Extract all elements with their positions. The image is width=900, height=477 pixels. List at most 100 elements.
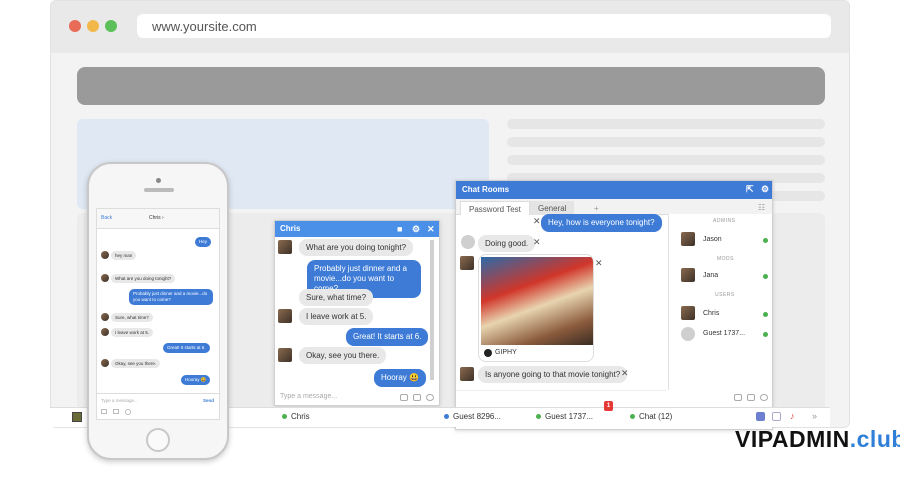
add-tab-button[interactable]: +	[586, 201, 607, 215]
chat-message: Great! It starts at 6.	[346, 328, 429, 346]
app-menu-icon[interactable]	[72, 412, 82, 422]
send-button[interactable]: Send	[203, 398, 214, 403]
user-name[interactable]: Guest 1737...	[703, 330, 745, 337]
phone-mockup: Back Chris › Hey hey man What are you do…	[87, 162, 229, 460]
giphy-image	[481, 257, 593, 345]
chat-message: Is anyone going to that movie tonight?	[478, 366, 628, 383]
close-icon[interactable]: ✕	[427, 224, 435, 235]
user-name[interactable]: Jason	[703, 236, 722, 243]
browser-toolbar: www.yoursite.com	[51, 1, 849, 53]
gif-icon[interactable]	[413, 394, 421, 401]
delete-icon[interactable]: ✕	[533, 237, 541, 248]
speaker-icon	[144, 188, 174, 192]
rooms-message-input[interactable]	[456, 390, 666, 404]
rss-icon[interactable]	[772, 412, 781, 421]
notification-icon[interactable]: ♪	[790, 411, 795, 421]
taskbar-item-guest-1737[interactable]: Guest 1737...	[536, 412, 593, 421]
gif-icon[interactable]	[747, 394, 755, 401]
phone-nav-bar: Back Chris ›	[97, 209, 219, 229]
avatar	[460, 367, 474, 381]
placeholder-line	[507, 119, 825, 129]
chat-message: Hooray 😃	[374, 369, 426, 387]
chat-message: Okay, see you there.	[299, 347, 387, 364]
online-status-icon	[763, 274, 768, 279]
chat-message: Great! It starts at 6.	[163, 343, 210, 353]
popout-icon[interactable]: ⇱	[746, 184, 754, 195]
avatar	[101, 328, 109, 336]
expand-icon[interactable]: »	[812, 411, 817, 421]
camera-icon	[156, 178, 161, 183]
delete-icon[interactable]: ✕	[595, 258, 603, 269]
avatar	[681, 327, 695, 341]
avatar	[101, 313, 109, 321]
tab-password-test[interactable]: Password Test	[460, 201, 530, 215]
delete-icon[interactable]: ✕	[533, 216, 541, 227]
users-panel: ADMINS Jason MODS Jana USERS Chris Guest…	[668, 214, 772, 390]
unread-badge: 1	[604, 401, 613, 411]
online-status-icon	[763, 312, 768, 317]
avatar	[681, 306, 695, 320]
taskbar-item-chat[interactable]: Chat (12)	[630, 412, 672, 421]
camera-icon[interactable]	[734, 394, 742, 401]
room-tabs: Password Test General + ☷	[456, 199, 772, 215]
taskbar-item-guest-8296[interactable]: Guest 8296...	[444, 412, 501, 421]
minimize-dot-icon[interactable]	[87, 20, 99, 32]
avatar	[278, 348, 292, 362]
emoji-icon[interactable]	[426, 394, 434, 401]
user-name[interactable]: Jana	[703, 272, 718, 279]
video-icon[interactable]: ■	[397, 224, 402, 234]
phone-message-input[interactable]: Type a message...	[101, 398, 138, 403]
back-button[interactable]: Back	[101, 215, 112, 221]
chris-message-input[interactable]: Type a message...	[276, 391, 396, 403]
online-status-icon	[763, 332, 768, 337]
chat-message: Hooray 😃	[181, 375, 211, 385]
close-dot-icon[interactable]	[69, 20, 81, 32]
chat-message: What are you doing tonight?	[299, 239, 414, 256]
users-icon[interactable]	[756, 412, 765, 421]
chris-chat-title: Chris	[280, 224, 301, 233]
home-button[interactable]	[146, 428, 170, 452]
avatar	[101, 251, 109, 259]
chat-message: Sure, what time?	[299, 289, 374, 306]
chat-message: I leave work at 5.	[299, 308, 374, 325]
camera-icon[interactable]	[101, 409, 107, 414]
camera-icon[interactable]	[400, 394, 408, 401]
placeholder-line	[507, 155, 825, 165]
user-name[interactable]: Chris	[703, 310, 719, 317]
brand-suffix: .club	[849, 426, 900, 452]
section-label-users: USERS	[715, 292, 735, 298]
scrollbar[interactable]	[430, 240, 434, 380]
chat-message: Doing good.	[478, 235, 536, 252]
chat-message: Hey	[195, 237, 212, 247]
online-status-icon	[763, 238, 768, 243]
section-label-admins: ADMINS	[713, 218, 736, 224]
contact-name[interactable]: Chris ›	[149, 215, 164, 221]
maximize-dot-icon[interactable]	[105, 20, 117, 32]
emoji-icon[interactable]	[125, 409, 131, 415]
giphy-logo-icon	[484, 349, 492, 357]
giphy-card[interactable]: GIPHY	[478, 254, 594, 362]
taskbar-item-chris[interactable]: Chris	[282, 412, 310, 421]
avatar	[101, 359, 109, 367]
delete-icon[interactable]: ✕	[621, 368, 629, 379]
avatar	[278, 240, 292, 254]
placeholder-hero-bar	[77, 67, 825, 105]
status-icon	[444, 414, 449, 420]
address-bar[interactable]: www.yoursite.com	[137, 14, 831, 38]
grid-menu-icon[interactable]: ☷	[758, 203, 765, 212]
giphy-label: GIPHY	[495, 349, 517, 356]
gif-icon[interactable]	[113, 409, 119, 414]
online-status-icon	[282, 414, 287, 420]
chat-message: What are you doing tonight?	[111, 274, 176, 283]
tab-general[interactable]: General	[530, 201, 575, 215]
chat-rooms-header: Chat Rooms ⇱ ⚙	[456, 181, 772, 199]
gear-icon[interactable]: ⚙	[761, 184, 769, 195]
chat-message: Hey, how is everyone tonight?	[541, 214, 662, 232]
taskbar-label: Chris	[291, 412, 310, 421]
avatar	[101, 274, 109, 282]
placeholder-line	[507, 137, 825, 147]
phone-input-area: Type a message... Send	[97, 393, 219, 419]
gear-icon[interactable]: ⚙	[412, 224, 420, 235]
taskbar-label: Guest 1737...	[545, 412, 594, 421]
emoji-icon[interactable]	[760, 394, 768, 401]
